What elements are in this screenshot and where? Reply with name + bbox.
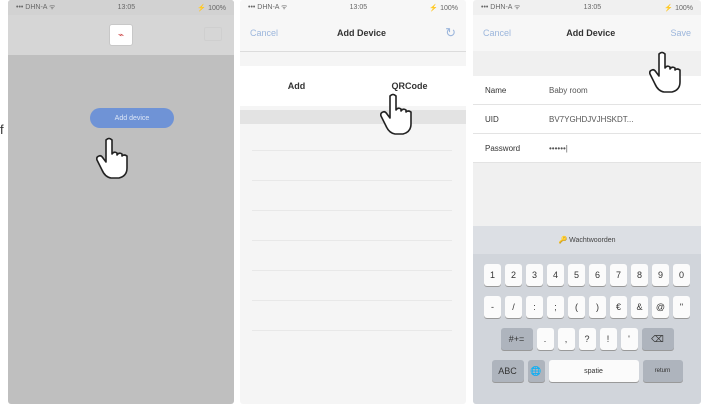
password-label: Password (485, 143, 521, 153)
carrier-signal: ••• DHN-A ᯤ (481, 4, 521, 11)
key-symbol[interactable]: : (526, 296, 543, 318)
battery: ⚡ 100% (664, 4, 693, 12)
key-return[interactable]: return (642, 360, 683, 382)
key-number[interactable]: 7 (610, 264, 627, 286)
page-title: Add Device (566, 28, 616, 38)
key-number[interactable]: 1 (484, 264, 501, 286)
key-icon: 🔑 (558, 237, 570, 244)
phone-screen-3: ••• DHN-A ᯤ 13:05 ⚡ 100% Cancel Add Devi… (473, 0, 701, 404)
battery: ⚡ 100% (429, 4, 458, 12)
refresh-icon[interactable]: ↻ (445, 25, 456, 41)
key-backspace-icon[interactable]: ⌫ (641, 328, 674, 350)
pointer-hand-icon (649, 51, 681, 93)
password-field[interactable]: ••••••| (549, 144, 568, 153)
clock: 13:05 (349, 4, 368, 11)
pointer-hand-icon (96, 137, 128, 179)
clock: 13:05 (583, 4, 602, 11)
key-number[interactable]: 4 (547, 264, 564, 286)
uid-label: UID (485, 114, 499, 124)
key-symbol[interactable]: / (505, 296, 522, 318)
key-number[interactable]: 6 (589, 264, 606, 286)
app-logo-icon: ⌁ (109, 24, 133, 46)
status-bar: ••• DHN-A ᯤ 13:05 ⚡ 100% (473, 0, 701, 15)
key-number[interactable]: 0 (673, 264, 690, 286)
list-divider (252, 150, 452, 151)
list-divider (252, 330, 452, 331)
key-symbol[interactable]: @ (652, 296, 669, 318)
status-bar: ••• DHN-A ᯤ 13:05 ⚡ 100% (8, 0, 234, 15)
keyboard: 🔑 Wachtwoorden 1234567890 - /:;() € & @ " #+=… (473, 226, 701, 404)
nav-bar: Cancel Add Device Save (473, 15, 701, 51)
form-row-password: Password ••••••| (473, 134, 701, 163)
add-method-tabs: Add QRCode (240, 66, 466, 106)
list-divider (252, 240, 452, 241)
battery: ⚡ 100% (197, 4, 226, 12)
key-abc[interactable]: ABC (491, 360, 524, 382)
status-bar: ••• DHN-A ᯤ 13:05 ⚡ 100% (240, 0, 466, 15)
list-divider (252, 270, 452, 271)
key-symbol[interactable]: ; (547, 296, 564, 318)
name-label: Name (485, 85, 507, 95)
uid-field[interactable]: BV7YGHDJVJHSKDT... (549, 115, 633, 124)
key-symbol[interactable]: ( (568, 296, 585, 318)
keyboard-suggestion-bar[interactable]: 🔑 Wachtwoorden (473, 226, 701, 254)
name-field[interactable]: Baby room (549, 86, 588, 95)
key-symbol[interactable]: - (484, 296, 501, 318)
keyboard-row-numbers: 1234567890 (473, 264, 701, 286)
list-divider (252, 300, 452, 301)
separator-stripe (240, 110, 466, 124)
corner-button[interactable] (204, 27, 222, 41)
key-punctuation[interactable]: ! (599, 328, 617, 350)
key-symbol[interactable]: € (610, 296, 627, 318)
key-punctuation[interactable]: , (557, 328, 575, 350)
list-divider (252, 210, 452, 211)
keyboard-row-symbols: - /:;() € & @ " (473, 296, 701, 318)
key-punctuation[interactable]: ? (578, 328, 596, 350)
key-space[interactable]: spatie (548, 360, 639, 382)
side-letter: f (0, 122, 4, 137)
globe-icon[interactable]: 🌐 (527, 360, 545, 382)
carrier-signal: ••• DHN-A ᯤ (16, 4, 56, 11)
list-divider (252, 180, 452, 181)
phone-screen-1: ••• DHN-A ᯤ 13:05 ⚡ 100% ⌁ Add device (8, 0, 234, 404)
key-symbol[interactable]: ) (589, 296, 606, 318)
keyboard-row-bottom: ABC 🌐 spatie return (473, 360, 701, 382)
nav-bar: ⌁ (8, 15, 234, 55)
cancel-button[interactable]: Cancel (250, 28, 278, 38)
key-number[interactable]: 3 (526, 264, 543, 286)
key-punctuation[interactable]: ' (620, 328, 638, 350)
pointer-hand-icon (380, 93, 412, 135)
keyboard-row-punctuation: #+= .,?! ' ⌫ (473, 328, 701, 350)
key-number[interactable]: 5 (568, 264, 585, 286)
key-more-symbols[interactable]: #+= (500, 328, 533, 350)
save-button[interactable]: Save (670, 28, 691, 38)
form-row-uid: UID BV7YGHDJVJHSKDT... (473, 105, 701, 134)
cancel-button[interactable]: Cancel (483, 28, 511, 38)
key-symbol[interactable]: & (631, 296, 648, 318)
key-number[interactable]: 2 (505, 264, 522, 286)
passwords-suggestion: Wachtwoorden (569, 236, 616, 244)
key-number[interactable]: 8 (631, 264, 648, 286)
tab-add[interactable]: Add (240, 66, 353, 106)
phone-screen-2: ••• DHN-A ᯤ 13:05 ⚡ 100% Cancel Add Devi… (240, 0, 466, 404)
nav-bar: Cancel Add Device ↻ (240, 15, 466, 52)
key-symbol[interactable]: " (673, 296, 690, 318)
key-number[interactable]: 9 (652, 264, 669, 286)
add-device-button[interactable]: Add device (90, 108, 174, 128)
key-punctuation[interactable]: . (536, 328, 554, 350)
clock: 13:05 (117, 4, 136, 11)
page-title: Add Device (337, 28, 387, 38)
carrier-signal: ••• DHN-A ᯤ (248, 4, 288, 11)
